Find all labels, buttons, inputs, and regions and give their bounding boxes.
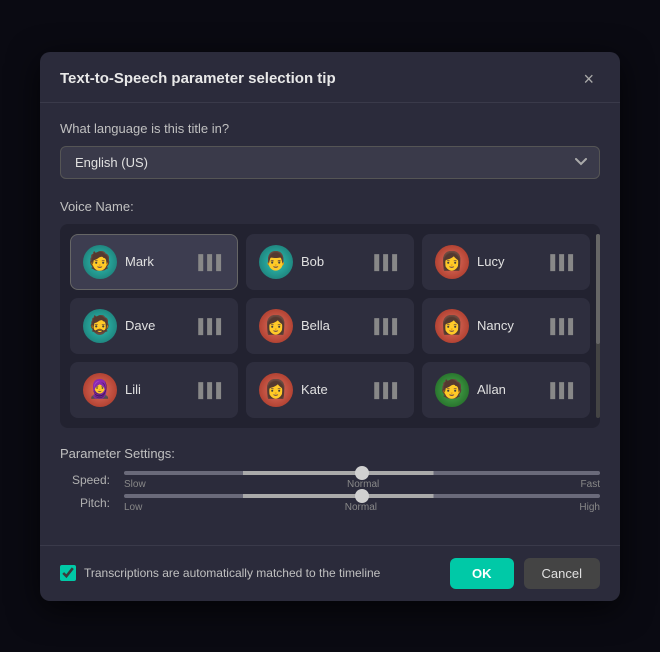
voice-grid: 🧑 Mark ▌▌▌ 👨 Bob ▌▌▌ 👩 Lucy ▌▌▌ (70, 234, 590, 418)
speed-row: Speed: Slow Normal Fast (60, 471, 600, 490)
wave-icon-kate: ▌▌▌ (374, 382, 401, 398)
voice-card-lucy[interactable]: 👩 Lucy ▌▌▌ (422, 234, 590, 290)
checkbox-wrap: Transcriptions are automatically matched… (60, 565, 440, 581)
pitch-label: Pitch: (60, 496, 110, 510)
checkbox-label: Transcriptions are automatically matched… (84, 566, 380, 580)
voice-avatar-kate: 👩 (259, 373, 293, 407)
voice-section: Voice Name: 🧑 Mark ▌▌▌ 👨 Bob ▌▌▌ (60, 199, 600, 428)
dialog: Text-to-Speech parameter selection tip ×… (40, 52, 620, 601)
voice-avatar-bella: 👩 (259, 309, 293, 343)
voice-avatar-allan: 🧑 (435, 373, 469, 407)
speed-label: Speed: (60, 473, 110, 487)
close-button[interactable]: × (577, 68, 600, 90)
speed-slider[interactable] (124, 471, 600, 475)
dialog-title: Text-to-Speech parameter selection tip (60, 70, 336, 87)
voice-name-lucy: Lucy (477, 254, 542, 269)
voice-name-lili: Lili (125, 382, 190, 397)
wave-icon-bella: ▌▌▌ (374, 318, 401, 334)
voice-name-dave: Dave (125, 318, 190, 333)
voice-grid-wrap: 🧑 Mark ▌▌▌ 👨 Bob ▌▌▌ 👩 Lucy ▌▌▌ (60, 224, 600, 428)
ok-button[interactable]: OK (450, 558, 514, 589)
wave-icon-allan: ▌▌▌ (550, 382, 577, 398)
voice-card-mark[interactable]: 🧑 Mark ▌▌▌ (70, 234, 238, 290)
language-section: What language is this title in? English … (60, 121, 600, 179)
voice-avatar-dave: 🧔 (83, 309, 117, 343)
voice-avatar-nancy: 👩 (435, 309, 469, 343)
voice-name-kate: Kate (301, 382, 366, 397)
voice-avatar-lili: 🧕 (83, 373, 117, 407)
voice-card-bob[interactable]: 👨 Bob ▌▌▌ (246, 234, 414, 290)
auto-match-checkbox[interactable] (60, 565, 76, 581)
pitch-slider-wrap: Low Normal High (124, 494, 600, 513)
pitch-labels: Low Normal High (124, 502, 600, 513)
voice-name-bella: Bella (301, 318, 366, 333)
wave-icon-lucy: ▌▌▌ (550, 254, 577, 270)
voice-section-label: Voice Name: (60, 199, 600, 214)
voice-name-mark: Mark (125, 254, 190, 269)
language-question: What language is this title in? (60, 121, 600, 136)
scrollbar (596, 234, 600, 418)
dialog-header: Text-to-Speech parameter selection tip × (40, 52, 620, 103)
dialog-body: What language is this title in? English … (40, 103, 620, 545)
voice-card-allan[interactable]: 🧑 Allan ▌▌▌ (422, 362, 590, 418)
pitch-slider[interactable] (124, 494, 600, 498)
speed-slider-wrap: Slow Normal Fast (124, 471, 600, 490)
voice-card-bella[interactable]: 👩 Bella ▌▌▌ (246, 298, 414, 354)
params-section: Parameter Settings: Speed: Slow Normal F… (60, 446, 600, 513)
voice-card-dave[interactable]: 🧔 Dave ▌▌▌ (70, 298, 238, 354)
voice-avatar-mark: 🧑 (83, 245, 117, 279)
voice-name-nancy: Nancy (477, 318, 542, 333)
wave-icon-dave: ▌▌▌ (198, 318, 225, 334)
overlay: Text-to-Speech parameter selection tip ×… (0, 0, 660, 652)
wave-icon-bob: ▌▌▌ (374, 254, 401, 270)
voice-avatar-bob: 👨 (259, 245, 293, 279)
pitch-min-label: Low (124, 502, 142, 513)
voice-avatar-lucy: 👩 (435, 245, 469, 279)
voice-card-lili[interactable]: 🧕 Lili ▌▌▌ (70, 362, 238, 418)
pitch-mid-label: Normal (345, 502, 377, 513)
wave-icon-nancy: ▌▌▌ (550, 318, 577, 334)
voice-name-allan: Allan (477, 382, 542, 397)
scrollbar-thumb (596, 234, 600, 344)
pitch-max-label: High (579, 502, 600, 513)
voice-name-bob: Bob (301, 254, 366, 269)
params-label: Parameter Settings: (60, 446, 600, 461)
cancel-button[interactable]: Cancel (524, 558, 600, 589)
voice-card-nancy[interactable]: 👩 Nancy ▌▌▌ (422, 298, 590, 354)
dialog-footer: Transcriptions are automatically matched… (40, 545, 620, 601)
wave-icon-lili: ▌▌▌ (198, 382, 225, 398)
language-select[interactable]: English (US) English (UK) Spanish French… (60, 146, 600, 179)
pitch-row: Pitch: Low Normal High (60, 494, 600, 513)
wave-icon-mark: ▌▌▌ (198, 254, 225, 270)
voice-card-kate[interactable]: 👩 Kate ▌▌▌ (246, 362, 414, 418)
